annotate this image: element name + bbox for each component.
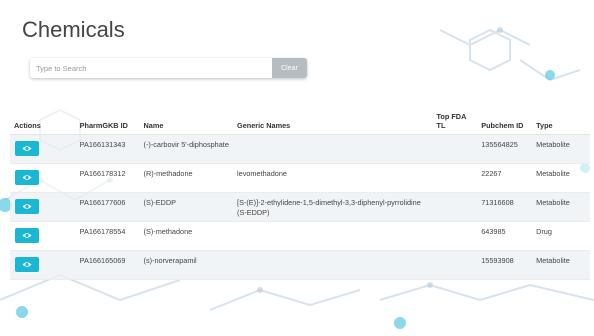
name-cell: (S)-EDDP	[139, 192, 234, 222]
eye-icon	[22, 233, 32, 238]
name-cell: (R)-methadone	[139, 163, 234, 193]
pubchem-id-cell: 643985	[477, 221, 533, 251]
actions-cell	[10, 134, 76, 164]
pubchem-id-cell: 135564825	[477, 134, 533, 164]
type-cell: Metabolite	[532, 134, 590, 164]
type-cell: Metabolite	[532, 163, 590, 193]
search-input[interactable]	[30, 58, 272, 78]
view-button[interactable]	[15, 170, 39, 185]
pharmgkb-id-cell: PA166178554	[75, 221, 140, 251]
actions-cell	[10, 250, 76, 280]
chemicals-page: Chemicals Clear Actions PharmGKB ID Name…	[0, 0, 594, 336]
pubchem-id-cell: 15593908	[477, 250, 533, 280]
clear-button[interactable]: Clear	[272, 58, 307, 78]
actions-cell	[10, 221, 76, 251]
generic-names-cell: [S-(E)]-2-ethylidene-1,5-dimethyl-3,3-di…	[233, 192, 433, 222]
generic-names-cell	[233, 250, 433, 280]
type-cell: Metabolite	[532, 250, 590, 280]
name-cell: (-)-carbovir 5'-diphosphate	[139, 134, 234, 164]
search-bar: Clear	[30, 58, 307, 78]
eye-icon	[22, 204, 32, 209]
eye-icon	[22, 146, 32, 151]
chemicals-table: Actions PharmGKB ID Name Generic Names T…	[10, 96, 590, 280]
pharmgkb-id-cell: PA166165069	[75, 250, 140, 280]
pharmgkb-id-cell: PA166131343	[75, 134, 140, 164]
type-cell: Drug	[532, 221, 590, 251]
table-row: PA166131343 (-)-carbovir 5'-diphosphate …	[10, 134, 590, 164]
header-pubchem-id[interactable]: Pubchem ID	[477, 96, 533, 135]
generic-names-cell	[233, 134, 433, 164]
view-button[interactable]	[15, 199, 39, 214]
table-row: PA166177606 (S)-EDDP [S-(E)]-2-ethyliden…	[10, 192, 590, 222]
header-name[interactable]: Name	[139, 96, 234, 135]
top-fda-tl-cell	[432, 250, 478, 280]
top-fda-tl-cell	[432, 192, 478, 222]
page-title: Chemicals	[22, 17, 125, 42]
top-fda-tl-cell	[432, 221, 478, 251]
pharmgkb-id-cell: PA166178312	[75, 163, 140, 193]
actions-cell	[10, 163, 76, 193]
top-fda-tl-cell	[432, 163, 478, 193]
eye-icon	[22, 175, 32, 180]
header-pharmgkb-id[interactable]: PharmGKB ID	[75, 96, 140, 135]
view-button[interactable]	[15, 141, 39, 156]
pubchem-id-cell: 71316608	[477, 192, 533, 222]
header-actions[interactable]: Actions	[10, 96, 76, 135]
header-generic-names[interactable]: Generic Names	[233, 96, 433, 135]
type-cell: Metabolite	[532, 192, 590, 222]
table-header-row: Actions PharmGKB ID Name Generic Names T…	[10, 96, 590, 135]
generic-names-cell	[233, 221, 433, 251]
generic-names-cell: levomethadone	[233, 163, 433, 193]
top-fda-tl-cell	[432, 134, 478, 164]
pubchem-id-cell: 22267	[477, 163, 533, 193]
table-row: PA166178312 (R)-methadone levomethadone …	[10, 163, 590, 193]
eye-icon	[22, 262, 32, 267]
view-button[interactable]	[15, 257, 39, 272]
pharmgkb-id-cell: PA166177606	[75, 192, 140, 222]
table-row: PA166178554 (S)-methadone 643985 Drug	[10, 221, 590, 251]
header-type[interactable]: Type	[532, 96, 590, 135]
header-top-fda-tl[interactable]: Top FDA TL	[432, 96, 478, 135]
view-button[interactable]	[15, 228, 39, 243]
table-row: PA166165069 (s)-norverapamil 15593908 Me…	[10, 250, 590, 280]
name-cell: (S)-methadone	[139, 221, 234, 251]
name-cell: (s)-norverapamil	[139, 250, 234, 280]
actions-cell	[10, 192, 76, 222]
